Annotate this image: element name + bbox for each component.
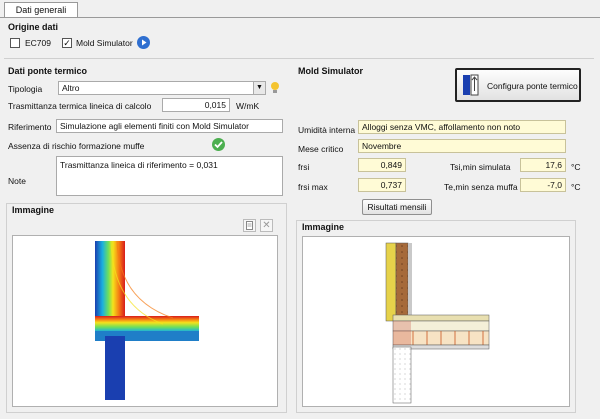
tsi-value: 17,6 [520, 158, 566, 172]
mese-critico-value: Novembre [358, 139, 566, 153]
tipologia-select[interactable]: Altro ▼ [58, 81, 266, 95]
mold-simulator-label: Mold Simulator [76, 38, 133, 48]
frsi-label: frsi [298, 162, 310, 172]
risultati-mensili-button[interactable]: Risultati mensili [362, 199, 432, 215]
check-ok-icon [212, 138, 225, 151]
trasmittanza-unit: W/mK [236, 101, 260, 111]
mese-critico-label: Mese critico [298, 144, 344, 154]
ponte-termico-title: Dati ponte termico [8, 66, 88, 76]
mold-simulator-title: Mold Simulator [298, 66, 363, 76]
play-icon[interactable] [137, 36, 150, 49]
tab-underline [0, 17, 600, 18]
tab-dati-generali[interactable]: Dati generali [4, 2, 78, 18]
umidita-label: Umidità interna [298, 125, 356, 135]
left-image-title: Immagine [12, 205, 55, 215]
trasmittanza-label: Trasmittanza termica lineica di calcolo [8, 101, 152, 111]
thermal-gradient-icon [95, 240, 199, 400]
origin-title: Origine dati [8, 22, 59, 32]
riferimento-label: Riferimento [8, 122, 52, 132]
ec709-checkbox[interactable] [10, 38, 20, 48]
frsi-max-label: frsi max [298, 182, 328, 192]
left-thermal-image [12, 235, 278, 407]
tipologia-label: Tipologia [8, 84, 43, 94]
right-construction-image [302, 236, 570, 407]
riferimento-input[interactable]: Simulazione agli elementi finiti con Mol… [56, 119, 283, 133]
document-icon[interactable] [243, 219, 256, 232]
assenza-muffe-label: Assenza di rischio formazione muffe [8, 141, 145, 151]
te-unit: °C [571, 182, 581, 192]
umidita-value: Alloggi senza VMC, affollamento non noto [358, 120, 566, 134]
tsi-label: Tsi,min simulata [450, 162, 511, 172]
configura-button-label: Configura ponte termico [487, 81, 578, 91]
note-textarea[interactable]: Trasmittanza lineica di riferimento = 0,… [56, 156, 283, 196]
lightbulb-icon[interactable] [270, 80, 280, 96]
right-image-title: Immagine [302, 222, 345, 232]
delete-icon[interactable]: ✕ [260, 219, 273, 232]
frsi-max-value: 0,737 [358, 178, 406, 192]
note-label: Note [8, 176, 26, 186]
te-value: -7,0 [520, 178, 566, 192]
tsi-unit: °C [571, 162, 581, 172]
trasmittanza-input[interactable]: 0,015 [162, 98, 230, 112]
thermal-bridge-icon [461, 73, 481, 97]
configura-ponte-termico-button[interactable]: Configura ponte termico [455, 68, 581, 102]
te-label: Te,min senza muffa [444, 182, 518, 192]
ec709-label: EC709 [25, 38, 51, 48]
wall-section-icon [385, 242, 490, 404]
frsi-value: 0,849 [358, 158, 406, 172]
tipologia-value: Altro [62, 83, 80, 93]
section-separator [4, 58, 594, 59]
mold-simulator-checkbox[interactable]: ✓ [62, 38, 72, 48]
chevron-down-icon[interactable]: ▼ [253, 82, 265, 94]
